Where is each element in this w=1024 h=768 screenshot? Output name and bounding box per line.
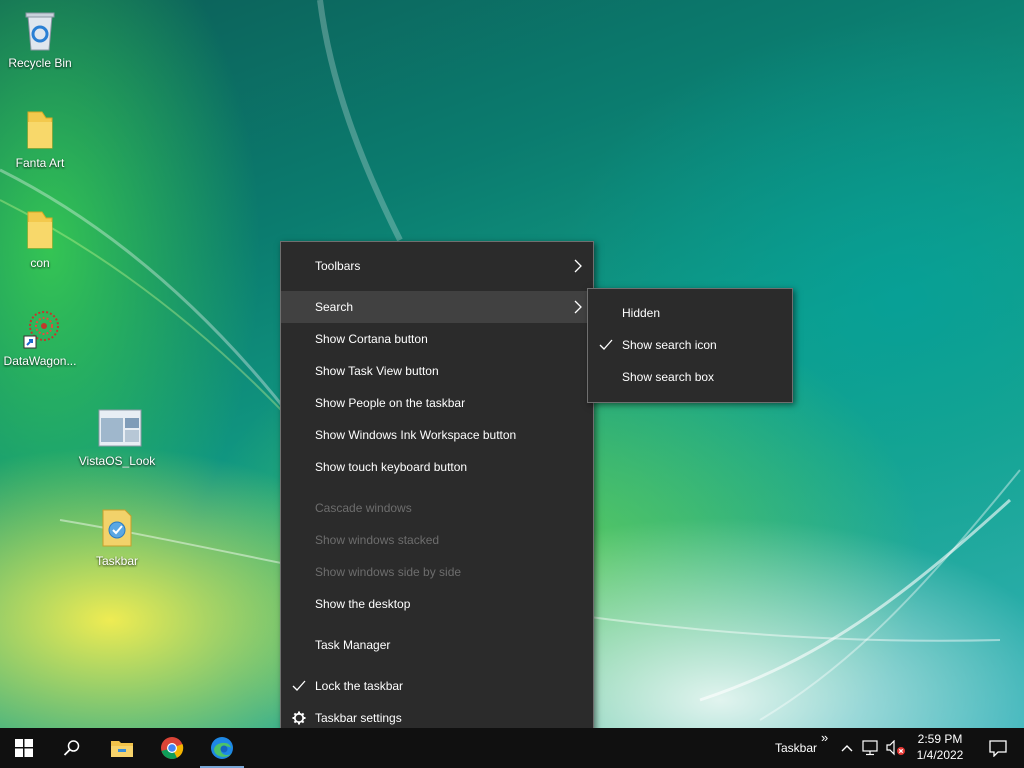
menu-item-windows-stacked: Show windows stacked (281, 524, 593, 556)
taskbar-context-menu: Toolbars Search Show Cortana button Show… (280, 241, 594, 743)
desktop-icon-recycle-bin[interactable]: Recycle Bin (0, 8, 80, 70)
desktop-icon-datawagon[interactable]: DataWagon... (0, 306, 80, 368)
menu-item-label: Cascade windows (315, 501, 412, 515)
desktop-icon-label: Recycle Bin (8, 56, 72, 70)
chevron-up-icon (841, 745, 853, 752)
volume-button[interactable] (884, 728, 908, 768)
edge-button[interactable] (198, 728, 246, 768)
menu-item-cascade-windows: Cascade windows (281, 492, 593, 524)
action-center-button[interactable] (974, 728, 1022, 768)
desktop-icon-vistaos-look[interactable]: VistaOS_Look (77, 406, 157, 468)
desktop-icon-label: VistaOS_Look (78, 454, 156, 468)
recycle-bin-icon (20, 8, 60, 52)
menu-item-show-ink-workspace[interactable]: Show Windows Ink Workspace button (281, 419, 593, 451)
search-icon (63, 740, 80, 756)
file-explorer-button[interactable] (98, 728, 146, 768)
menu-item-label: Task Manager (315, 638, 391, 652)
network-icon (862, 740, 878, 756)
menu-item-label: Show Task View button (315, 364, 439, 378)
submenu-item-hidden[interactable]: Hidden (588, 297, 792, 329)
menu-item-label: Hidden (622, 306, 661, 320)
network-button[interactable] (860, 728, 882, 768)
clock[interactable]: 2:59 PM 1/4/2022 (908, 728, 972, 768)
desktop-icon-label: Taskbar (95, 554, 139, 568)
chrome-button[interactable] (148, 728, 196, 768)
menu-item-toolbars[interactable]: Toolbars (281, 250, 593, 282)
search-button[interactable] (48, 728, 96, 768)
menu-item-label: Show search box (622, 370, 715, 384)
taskbar-toolbar-label[interactable]: Taskbar (775, 741, 817, 755)
menu-item-label: Show search icon (622, 338, 717, 352)
menu-item-label: Show windows side by side (315, 565, 462, 579)
menu-item-label: Lock the taskbar (315, 679, 404, 693)
desktop-icon-label: Fanta Art (15, 156, 65, 170)
menu-item-label: Show Windows Ink Workspace button (315, 428, 517, 442)
notification-icon (989, 740, 1007, 757)
desktop-icon-con[interactable]: con (0, 208, 80, 270)
start-button[interactable] (0, 728, 48, 768)
menu-item-label: Taskbar settings (315, 711, 402, 725)
clock-date: 1/4/2022 (916, 748, 964, 762)
clock-time: 2:59 PM (917, 732, 963, 746)
menu-item-label: Show touch keyboard button (315, 460, 468, 474)
chrome-icon (161, 737, 184, 759)
menu-item-show-touch-keyboard[interactable]: Show touch keyboard button (281, 451, 593, 483)
vistaos-look-icon (97, 406, 142, 450)
taskbar[interactable]: Taskbar » 2:59 PM 1/4/2022 (0, 728, 1024, 768)
menu-item-show-task-view-button[interactable]: Show Task View button (281, 355, 593, 387)
chevron-right-icon (573, 250, 583, 294)
menu-item-label: Show Cortana button (315, 332, 428, 346)
datawagon-shortcut-icon (20, 306, 60, 350)
desktop-icon-label: con (30, 256, 50, 270)
menu-item-label: Show People on the taskbar (315, 396, 466, 410)
toolbar-overflow-button[interactable]: » (821, 730, 828, 745)
menu-item-show-cortana-button[interactable]: Show Cortana button (281, 323, 593, 355)
menu-item-windows-side-by-side: Show windows side by side (281, 556, 593, 588)
menu-item-search[interactable]: Search (281, 291, 593, 323)
menu-item-task-manager[interactable]: Task Manager (281, 629, 593, 661)
volume-muted-icon (886, 740, 905, 756)
show-hidden-icons-button[interactable] (836, 728, 858, 768)
search-submenu: Hidden Show search icon Show search box (587, 288, 793, 403)
edge-icon (211, 737, 233, 759)
config-file-icon (97, 506, 137, 550)
desktop-icon-label: DataWagon... (3, 354, 77, 368)
menu-item-show-desktop[interactable]: Show the desktop (281, 588, 593, 620)
menu-item-lock-taskbar[interactable]: Lock the taskbar (281, 670, 593, 702)
menu-item-label: Search (315, 300, 354, 314)
folder-icon (20, 208, 60, 252)
windows-logo-icon (15, 739, 33, 757)
file-explorer-icon (111, 741, 133, 757)
menu-item-show-people[interactable]: Show People on the taskbar (281, 387, 593, 419)
desktop-icon-taskbar[interactable]: Taskbar (77, 506, 157, 568)
desktop-icon-fanta-art[interactable]: Fanta Art (0, 108, 80, 170)
submenu-item-show-search-icon[interactable]: Show search icon (588, 329, 792, 361)
submenu-item-show-search-box[interactable]: Show search box (588, 361, 792, 393)
menu-item-label: Show the desktop (315, 597, 411, 611)
menu-item-label: Toolbars (315, 259, 361, 273)
folder-icon (20, 108, 60, 152)
menu-item-label: Show windows stacked (315, 533, 440, 547)
